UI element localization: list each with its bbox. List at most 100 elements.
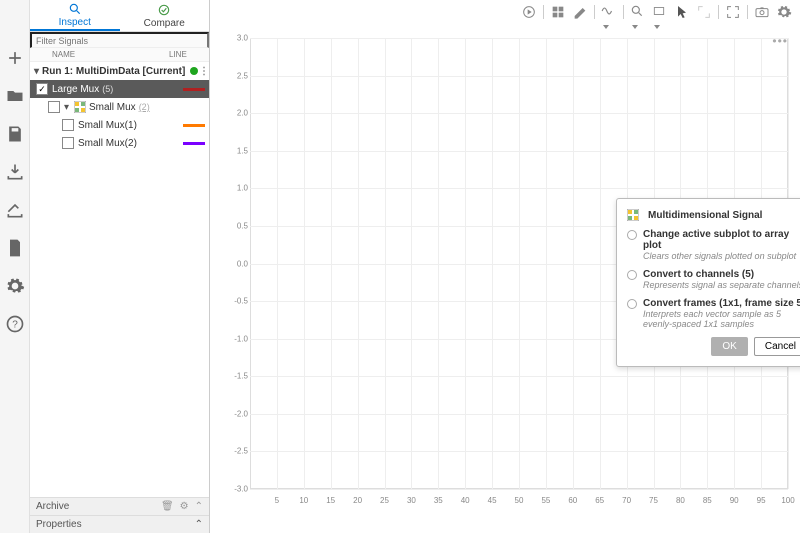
x-tick: 100	[781, 496, 794, 505]
layout-grid-icon[interactable]	[550, 4, 566, 20]
y-tick: 3.0	[228, 34, 248, 43]
x-tick: 5	[275, 496, 279, 505]
caret-down-icon: ▾	[34, 66, 42, 77]
folder-icon[interactable]	[5, 86, 25, 106]
option-desc: Clears other signals plotted on subplot	[643, 251, 800, 261]
tab-compare[interactable]: Compare	[120, 0, 210, 31]
multidim-icon	[74, 101, 86, 113]
multidim-icon	[627, 209, 639, 221]
dialog-option[interactable]: Change active subplot to array plotClear…	[627, 229, 800, 261]
signal-name: Small Mux	[89, 102, 136, 113]
y-tick: -2.5	[228, 447, 248, 456]
filter-input[interactable]	[30, 32, 209, 48]
signal-name: Small Mux(2)	[78, 138, 137, 149]
dialog-title: Multidimensional Signal	[648, 210, 762, 221]
x-tick: 35	[434, 496, 443, 505]
signal-panel: Inspect Compare NAME LINE ▾ Run 1: Multi…	[30, 0, 210, 533]
export-icon[interactable]	[5, 200, 25, 220]
option-desc: Interprets each vector sample as 5 evenl…	[643, 309, 800, 329]
help-icon[interactable]: ?	[5, 314, 25, 334]
save-icon[interactable]	[5, 124, 25, 144]
expand-icon[interactable]	[696, 4, 712, 20]
snapshot-icon[interactable]	[754, 4, 770, 20]
run-row[interactable]: ▾ Run 1: MultiDimData [Current] ⋮	[30, 62, 209, 80]
ok-button[interactable]: OK	[711, 337, 747, 356]
cursor-icon[interactable]	[674, 4, 690, 20]
y-tick: 0.5	[228, 221, 248, 230]
multidim-dialog: Multidimensional Signal Change active su…	[616, 198, 800, 367]
status-dot-icon	[189, 66, 199, 76]
signal-row[interactable]: ▾Small Mux (2)	[30, 98, 209, 116]
gear-icon[interactable]	[5, 276, 25, 296]
signal-name: Large Mux	[52, 84, 99, 95]
fit-icon[interactable]	[725, 4, 741, 20]
color-swatch	[183, 124, 205, 127]
tab-compare-label: Compare	[144, 18, 185, 29]
plot-toolbar	[521, 4, 792, 20]
dialog-option[interactable]: Convert to channels (5)Represents signal…	[627, 269, 800, 290]
archive-section[interactable]: Archive 🗑 ⚙ ⌃	[30, 497, 209, 515]
option-title: Change active subplot to array plot	[643, 229, 800, 251]
signal-count: (5)	[102, 84, 113, 94]
y-tick: -2.0	[228, 409, 248, 418]
gear-small-icon[interactable]: ⚙	[180, 501, 189, 512]
panel-tabs: Inspect Compare	[30, 0, 209, 32]
checkbox[interactable]	[48, 101, 60, 113]
zoom-dropdown[interactable]	[630, 4, 646, 20]
plot-area: ••• 3.02.52.01.51.00.50.0-0.5-1.0-1.5-2.…	[210, 0, 800, 533]
chevron-up-icon: ⌃	[195, 501, 203, 512]
y-tick: -3.0	[228, 485, 248, 494]
y-tick: -0.5	[228, 297, 248, 306]
clear-icon[interactable]	[572, 4, 588, 20]
checkbox[interactable]	[62, 137, 74, 149]
archive-label: Archive	[36, 501, 69, 512]
x-tick: 15	[326, 496, 335, 505]
column-headers: NAME LINE	[30, 48, 209, 62]
kebab-icon[interactable]: ⋮	[199, 66, 205, 77]
add-icon[interactable]	[5, 48, 25, 68]
x-tick: 25	[380, 496, 389, 505]
x-tick: 45	[488, 496, 497, 505]
view-dropdown[interactable]	[652, 4, 668, 20]
run-icon[interactable]	[521, 4, 537, 20]
properties-label: Properties	[36, 519, 82, 530]
x-tick: 70	[622, 496, 631, 505]
chevron-up-icon: ⌃	[195, 519, 203, 530]
tab-inspect-label: Inspect	[59, 17, 91, 28]
svg-text:?: ?	[12, 319, 18, 330]
radio-button[interactable]	[627, 270, 637, 280]
signal-count[interactable]: (2)	[139, 102, 150, 112]
dialog-option[interactable]: Convert frames (1x1, frame size 5)Interp…	[627, 298, 800, 329]
radio-button[interactable]	[627, 299, 637, 309]
signal-row[interactable]: ✓ Large Mux (5)	[30, 80, 209, 98]
x-tick: 65	[595, 496, 604, 505]
x-tick: 60	[568, 496, 577, 505]
properties-section[interactable]: Properties ⌃	[30, 515, 209, 533]
x-tick: 40	[461, 496, 470, 505]
x-tick: 55	[541, 496, 550, 505]
tab-inspect[interactable]: Inspect	[30, 0, 120, 31]
run-label: Run 1: MultiDimData [Current]	[42, 66, 189, 77]
option-title: Convert to channels (5)	[643, 269, 800, 280]
import-icon[interactable]	[5, 162, 25, 182]
cancel-button[interactable]: Cancel	[754, 337, 800, 356]
y-tick: 2.5	[228, 71, 248, 80]
settings-icon[interactable]	[776, 4, 792, 20]
checkbox[interactable]: ✓	[36, 83, 48, 95]
x-tick: 80	[676, 496, 685, 505]
trash-icon[interactable]: 🗑	[161, 501, 174, 512]
y-tick: 1.5	[228, 146, 248, 155]
col-line: LINE	[169, 50, 209, 59]
signal-row[interactable]: Small Mux(1)	[30, 116, 209, 134]
x-tick: 75	[649, 496, 658, 505]
checkbox[interactable]	[62, 119, 74, 131]
option-title: Convert frames (1x1, frame size 5)	[643, 298, 800, 309]
x-tick: 10	[299, 496, 308, 505]
signal-row[interactable]: Small Mux(2)	[30, 134, 209, 152]
color-swatch	[183, 142, 205, 145]
signal-type-dropdown[interactable]	[601, 4, 617, 20]
radio-button[interactable]	[627, 230, 637, 240]
y-tick: 2.0	[228, 109, 248, 118]
col-name: NAME	[30, 50, 169, 59]
document-icon[interactable]	[5, 238, 25, 258]
